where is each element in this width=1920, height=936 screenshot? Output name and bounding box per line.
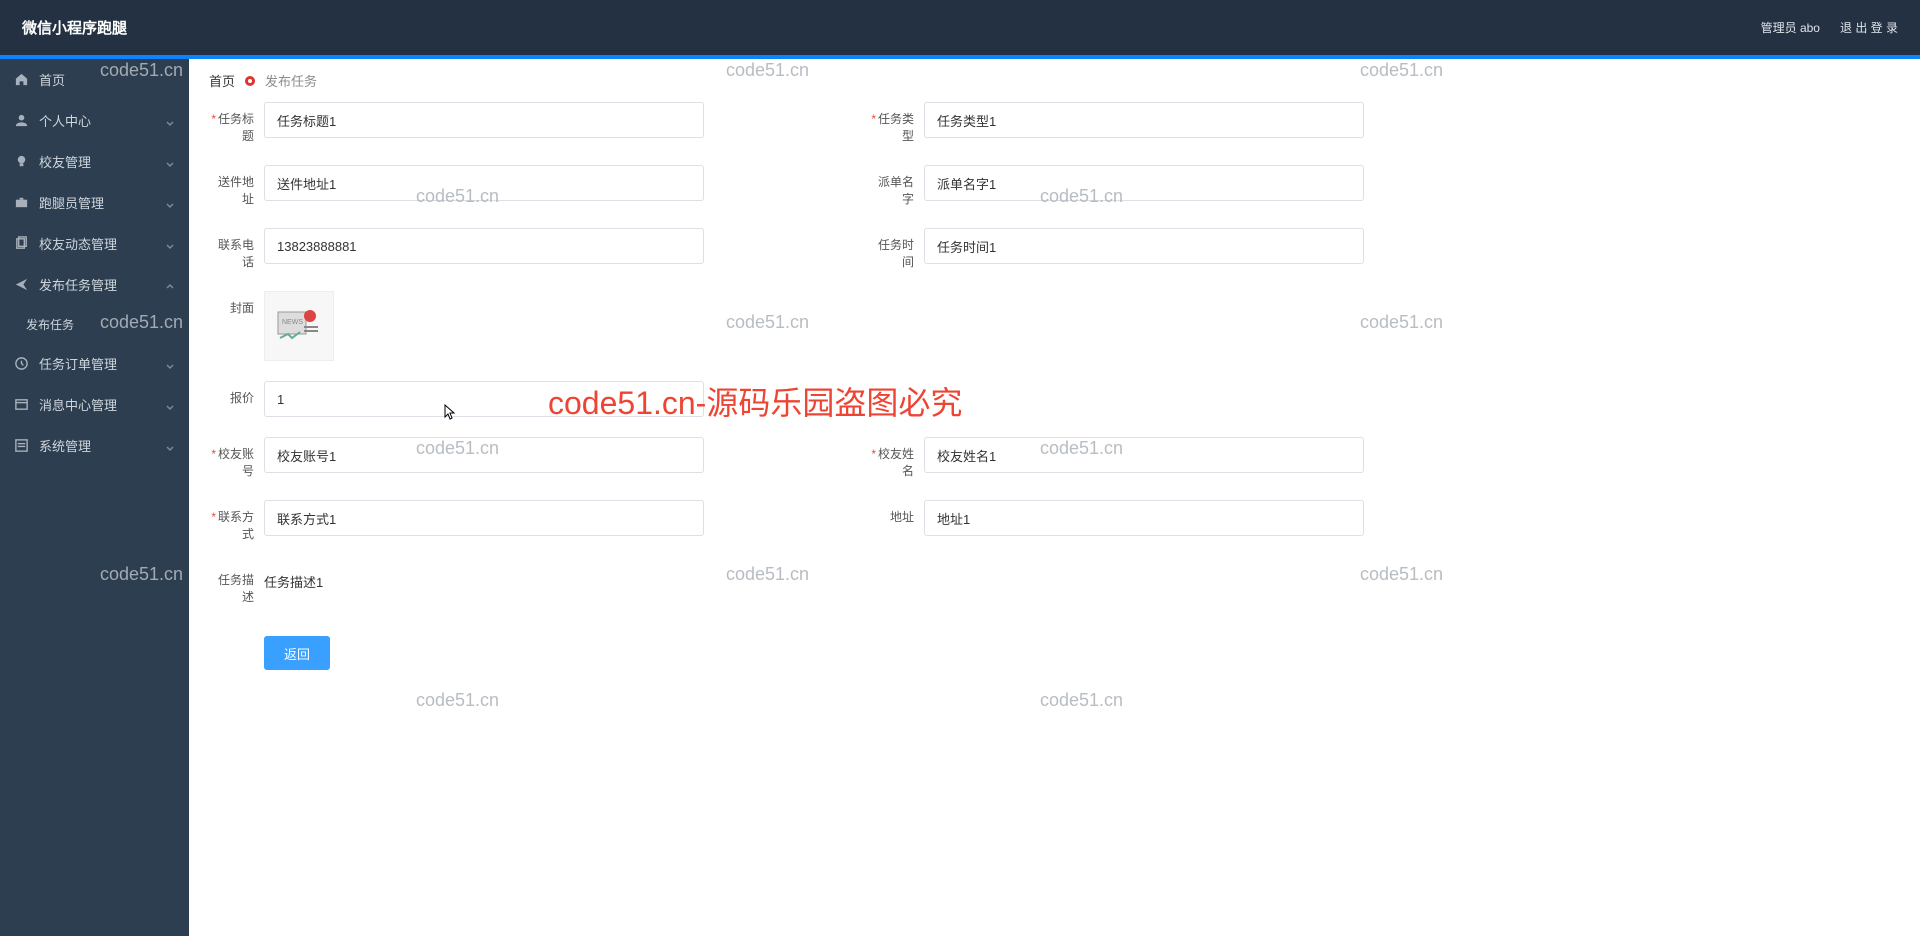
briefcase-icon bbox=[14, 195, 29, 210]
sidebar-item-label: 发布任务管理 bbox=[39, 275, 165, 294]
sidebar-item-label: 个人中心 bbox=[39, 111, 165, 130]
main-content: 首页 发布任务 *任务标题 *任务类型 送件地址 bbox=[189, 59, 1920, 936]
bulb-icon bbox=[14, 154, 29, 169]
sidebar-item-label: 任务订单管理 bbox=[39, 354, 165, 373]
dispatcher-name-input[interactable] bbox=[924, 165, 1364, 201]
logout-link[interactable]: 退 出 登 录 bbox=[1840, 19, 1898, 36]
sidebar-item-label: 跑腿员管理 bbox=[39, 193, 165, 212]
list-icon bbox=[14, 438, 29, 453]
clock-icon bbox=[14, 356, 29, 371]
home-icon bbox=[14, 72, 29, 87]
back-button[interactable]: 返回 bbox=[264, 636, 330, 670]
sidebar-item-label: 系统管理 bbox=[39, 436, 165, 455]
task-time-input[interactable] bbox=[924, 228, 1364, 264]
alumni-name-label: *校友姓名 bbox=[869, 437, 924, 480]
task-desc-value: 任务描述1 bbox=[264, 563, 323, 591]
sidebar-item-alumni[interactable]: 校友管理 bbox=[0, 141, 189, 182]
chevron-up-icon bbox=[165, 280, 175, 290]
breadcrumb: 首页 发布任务 bbox=[189, 59, 1920, 102]
contact-way-input[interactable] bbox=[264, 500, 704, 536]
task-title-input[interactable] bbox=[264, 102, 704, 138]
svg-text:NEWS: NEWS bbox=[282, 319, 303, 326]
sidebar-item-home[interactable]: 首页 bbox=[0, 59, 189, 100]
sidebar-subitem-label: 发布任务 bbox=[26, 316, 74, 333]
address-input[interactable] bbox=[924, 500, 1364, 536]
task-desc-label: 任务描述 bbox=[209, 563, 264, 606]
chevron-down-icon bbox=[165, 441, 175, 451]
dispatcher-name-label: 派单名字 bbox=[869, 165, 924, 208]
sidebar-subitem-publish-task[interactable]: 发布任务 bbox=[0, 305, 189, 343]
chevron-down-icon bbox=[165, 239, 175, 249]
contact-phone-input[interactable] bbox=[264, 228, 704, 264]
breadcrumb-current: 发布任务 bbox=[265, 71, 317, 90]
header-right: 管理员 abo 退 出 登 录 bbox=[1761, 19, 1898, 36]
copy-icon bbox=[14, 236, 29, 251]
alumni-name-input[interactable] bbox=[924, 437, 1364, 473]
price-input[interactable] bbox=[264, 381, 704, 417]
send-icon bbox=[14, 277, 29, 292]
contact-way-label: *联系方式 bbox=[209, 500, 264, 543]
sidebar-item-label: 消息中心管理 bbox=[39, 395, 165, 414]
task-title-label: *任务标题 bbox=[209, 102, 264, 145]
delivery-addr-label: 送件地址 bbox=[209, 165, 264, 208]
app-header: 微信小程序跑腿 管理员 abo 退 出 登 录 bbox=[0, 0, 1920, 55]
alumni-account-input[interactable] bbox=[264, 437, 704, 473]
chevron-down-icon bbox=[165, 359, 175, 369]
chevron-down-icon bbox=[165, 157, 175, 167]
admin-label[interactable]: 管理员 abo bbox=[1761, 19, 1820, 36]
sidebar-item-label: 校友动态管理 bbox=[39, 234, 165, 253]
alumni-account-label: *校友账号 bbox=[209, 437, 264, 480]
task-time-label: 任务时间 bbox=[869, 228, 924, 271]
news-image-icon: NEWS bbox=[274, 306, 324, 346]
app-title: 微信小程序跑腿 bbox=[22, 17, 127, 38]
sidebar: 首页 个人中心 校友管理 跑腿员管理 校友动态管理 发布任务管理 bbox=[0, 59, 189, 936]
chevron-down-icon bbox=[165, 198, 175, 208]
address-label: 地址 bbox=[869, 500, 924, 526]
delivery-addr-input[interactable] bbox=[264, 165, 704, 201]
task-type-input[interactable] bbox=[924, 102, 1364, 138]
sidebar-item-system[interactable]: 系统管理 bbox=[0, 425, 189, 466]
cover-image[interactable]: NEWS bbox=[264, 291, 334, 361]
cover-label: 封面 bbox=[209, 291, 264, 317]
chevron-down-icon bbox=[165, 400, 175, 410]
sidebar-item-label: 首页 bbox=[39, 70, 175, 89]
sidebar-item-alumni-news[interactable]: 校友动态管理 bbox=[0, 223, 189, 264]
sidebar-item-publish-task[interactable]: 发布任务管理 bbox=[0, 264, 189, 305]
sidebar-item-profile[interactable]: 个人中心 bbox=[0, 100, 189, 141]
sidebar-item-runner[interactable]: 跑腿员管理 bbox=[0, 182, 189, 223]
chevron-down-icon bbox=[165, 116, 175, 126]
user-icon bbox=[14, 113, 29, 128]
contact-phone-label: 联系电话 bbox=[209, 228, 264, 271]
form: *任务标题 *任务类型 送件地址 派单名字 bbox=[189, 102, 1920, 690]
sidebar-item-label: 校友管理 bbox=[39, 152, 165, 171]
breadcrumb-separator-icon bbox=[243, 74, 257, 88]
breadcrumb-home[interactable]: 首页 bbox=[209, 71, 235, 90]
sidebar-item-message-center[interactable]: 消息中心管理 bbox=[0, 384, 189, 425]
window-icon bbox=[14, 397, 29, 412]
sidebar-item-task-order[interactable]: 任务订单管理 bbox=[0, 343, 189, 384]
task-type-label: *任务类型 bbox=[869, 102, 924, 145]
price-label: 报价 bbox=[209, 381, 264, 407]
